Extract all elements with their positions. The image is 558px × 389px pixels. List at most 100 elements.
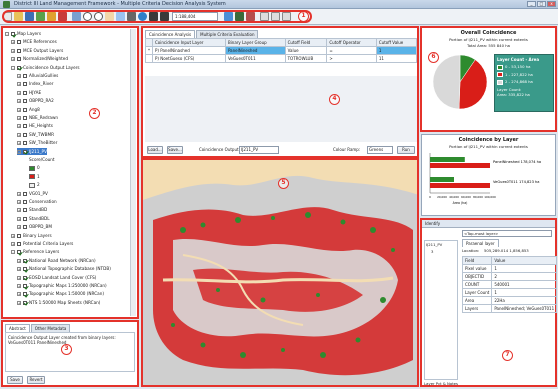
expand-icon[interactable]: + <box>17 267 21 272</box>
layer-tree-item[interactable]: + Topographic Maps 1:250000 (NRCan) <box>17 282 107 289</box>
colour-ramp-select[interactable]: Greens <box>367 146 393 154</box>
layer-visibility-checkbox[interactable] <box>23 208 27 213</box>
table-row[interactable]: Area 22Ha <box>461 296 558 305</box>
layer-tree-item[interactable]: + National Road Network (NRCan) <box>17 257 96 264</box>
identify-tree-layer[interactable]: IJ211_PV <box>425 241 457 248</box>
table-cell[interactable]: Value <box>284 46 328 55</box>
layer-visibility-checkbox[interactable] <box>23 191 27 196</box>
expand-icon[interactable]: + <box>17 90 21 95</box>
expand-icon[interactable]: + <box>17 191 21 196</box>
layer-tree-item[interactable]: + Index_River <box>17 80 53 87</box>
save-analysis-button[interactable]: Save... <box>167 146 183 154</box>
layer-tree-item[interactable]: + Potential Criteria Layers <box>11 240 73 247</box>
layer-tree-item[interactable]: - IJ211_PV <box>17 147 47 155</box>
layer-tree-item[interactable]: + National Topographic Database (NTDB) <box>17 265 111 272</box>
run-button[interactable]: Run <box>397 146 415 154</box>
table-cell[interactable]: 11 <box>375 54 418 63</box>
tab-multiple-criteria-evaluation[interactable]: Multiple Criteria Evaluation <box>196 30 259 38</box>
layer-visibility-checkbox[interactable] <box>23 300 27 305</box>
layer-visibility-checkbox[interactable] <box>17 233 21 238</box>
layer-tree-item[interactable]: + Topographic Maps 1:50000 (NRCan) <box>17 290 104 297</box>
layer-tree-item[interactable]: + SW_TWBMR <box>17 131 54 138</box>
expand-icon[interactable]: + <box>11 57 15 62</box>
table-cell[interactable]: P) NoetGueso (CFS) <box>152 54 226 63</box>
collapse-icon[interactable]: - <box>11 250 15 255</box>
identify-tree[interactable]: IJ211_PV 3 <box>424 240 458 380</box>
layer-visibility-checkbox[interactable] <box>17 250 21 255</box>
layer-tree-item[interactable]: + MCE References <box>11 38 57 45</box>
layer-visibility-checkbox[interactable] <box>23 225 27 230</box>
collapse-icon[interactable]: - <box>17 149 21 154</box>
layer-visibility-checkbox[interactable] <box>23 275 27 280</box>
tree-scrollbar[interactable] <box>130 29 136 316</box>
table-row[interactable]: OBJECTID 2 <box>461 272 558 281</box>
layer-tree-item[interactable]: + MCE Output Layers <box>11 47 63 54</box>
layer-tree-item[interactable]: + StandBDL <box>17 215 50 222</box>
layer-tree-item[interactable]: + EOSD Landsat Land Cover (CFS) <box>17 274 96 281</box>
expand-icon[interactable]: + <box>17 141 21 146</box>
table-cell[interactable]: > <box>326 54 377 63</box>
layer-tree-item[interactable]: + Binary Layers <box>11 232 52 239</box>
expand-icon[interactable]: + <box>17 82 21 87</box>
map-canvas[interactable] <box>143 160 418 386</box>
layer-visibility-checkbox[interactable] <box>23 149 27 154</box>
layer-tree-item[interactable]: + NBE_Redrawn <box>17 114 58 121</box>
layer-tree-item[interactable]: + OBPPD_BM <box>17 223 52 230</box>
metadata-revert-button[interactable]: Revert <box>27 376 45 384</box>
layer-tree-item[interactable]: - Coincidence Output Layers <box>11 64 80 71</box>
layer-visibility-checkbox[interactable] <box>17 57 21 62</box>
layer-visibility-checkbox[interactable] <box>17 48 21 53</box>
tab-paraenal-layer[interactable]: Paraenal layer <box>462 239 499 247</box>
expand-icon[interactable]: + <box>17 208 21 213</box>
layer-tree-item[interactable]: 0 <box>29 164 40 171</box>
layer-visibility-checkbox[interactable] <box>23 216 27 221</box>
layer-visibility-checkbox[interactable] <box>17 40 21 45</box>
maximize-button[interactable]: □ <box>537 1 546 7</box>
collapse-icon[interactable]: - <box>5 32 9 36</box>
layer-visibility-checkbox[interactable] <box>23 284 27 288</box>
table-cell[interactable]: P) PanelNinashed <box>152 46 226 55</box>
close-button[interactable]: x <box>547 1 556 7</box>
layer-tree-item[interactable]: + OBPPD_RA2 <box>17 97 54 104</box>
layer-tree-item[interactable]: + Ang8 <box>17 106 40 113</box>
layer-visibility-checkbox[interactable] <box>23 258 27 263</box>
expand-icon[interactable]: + <box>17 132 21 137</box>
layer-tree-item[interactable]: 2 <box>29 181 40 188</box>
layer-visibility-checkbox[interactable] <box>17 65 21 70</box>
expand-icon[interactable]: + <box>17 107 21 112</box>
expand-icon[interactable]: + <box>17 300 21 305</box>
identify-tree-feature[interactable]: 3 <box>425 248 457 255</box>
expand-icon[interactable]: + <box>11 233 15 238</box>
minimize-button[interactable]: _ <box>527 1 536 7</box>
layer-tree-item[interactable]: + HE_Heights <box>17 122 53 129</box>
layer-visibility-checkbox[interactable] <box>23 132 27 137</box>
layer-visibility-checkbox[interactable] <box>23 82 27 87</box>
layer-visibility-checkbox[interactable] <box>23 141 27 146</box>
table-row[interactable]: * P) PanelNinashed PanelNineshed Value =… <box>145 46 418 55</box>
identify-layer-select[interactable]: <Top-most layer> <box>462 230 552 237</box>
load-button[interactable]: Load... <box>147 146 163 154</box>
layer-visibility-checkbox[interactable] <box>23 116 27 120</box>
layer-visibility-checkbox[interactable] <box>11 32 15 36</box>
expand-icon[interactable]: + <box>17 99 21 104</box>
layer-visibility-checkbox[interactable] <box>23 200 27 204</box>
table-row[interactable]: COUNT 540001 <box>461 280 558 289</box>
expand-icon[interactable]: + <box>17 200 21 204</box>
layer-tree-item[interactable]: 1 <box>29 173 40 180</box>
layer-visibility-checkbox[interactable] <box>17 242 21 246</box>
layer-tree-item[interactable]: Score/Count <box>29 156 55 163</box>
expand-icon[interactable]: + <box>17 258 21 263</box>
expand-icon[interactable]: + <box>11 242 15 246</box>
expand-icon[interactable]: + <box>17 275 21 280</box>
layer-tree-item[interactable]: + VG01_PV <box>17 190 48 197</box>
layer-visibility-checkbox[interactable] <box>23 267 27 272</box>
layer-tree-item[interactable]: + SW_TheBitter <box>17 139 57 146</box>
expand-icon[interactable]: + <box>17 225 21 230</box>
expand-icon[interactable]: + <box>17 124 21 129</box>
tab-other-metadata[interactable]: Other Metadata <box>30 324 71 332</box>
map-view[interactable]: 5 <box>141 158 419 387</box>
table-cell[interactable]: VeGues0T011 <box>224 54 286 63</box>
layer-tree-item[interactable]: - Reference Layers <box>11 248 59 255</box>
layer-tree-item[interactable]: + Conservation <box>17 198 57 205</box>
layer-tree-item[interactable]: + Normalized/Weighted <box>11 55 68 62</box>
